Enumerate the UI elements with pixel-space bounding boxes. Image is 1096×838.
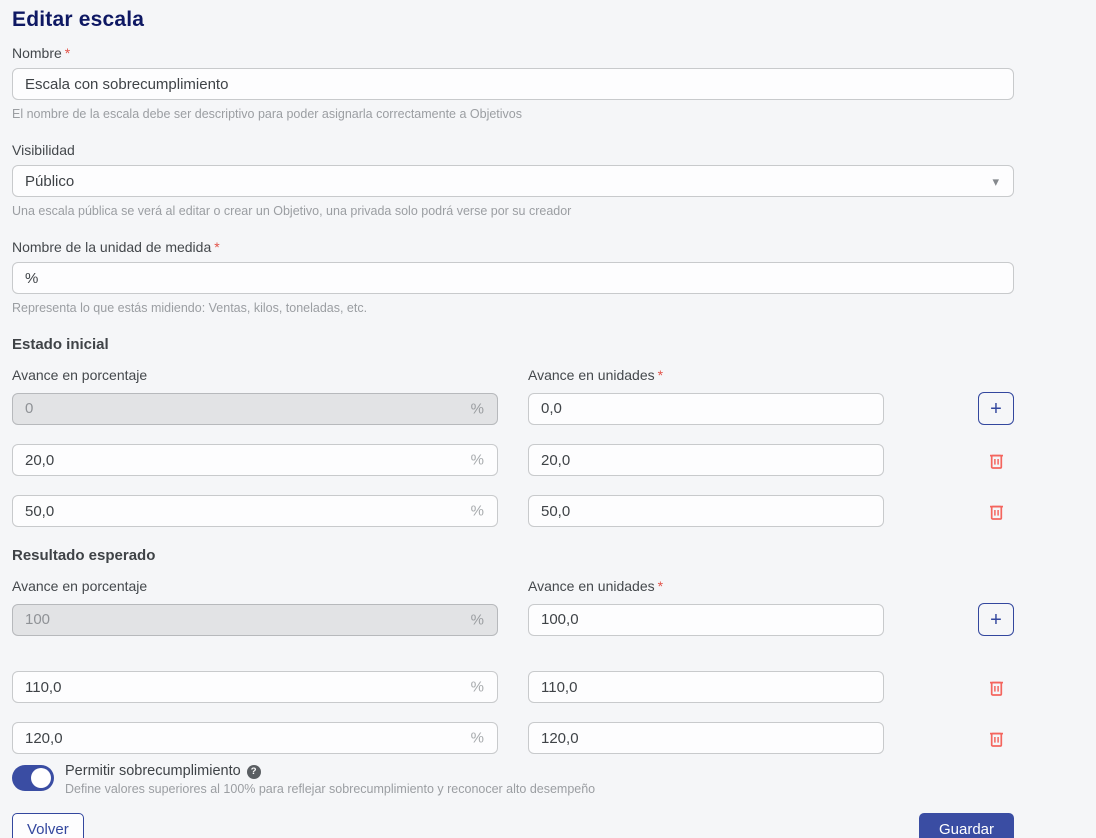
page-title: Editar escala — [12, 6, 1014, 34]
add-row-button[interactable]: + — [978, 603, 1014, 636]
expected-result-column-labels: Avance en porcentaje Avance en unidades* — [12, 577, 1014, 595]
percentage-input[interactable] — [12, 722, 498, 754]
overachievement-label: Permitir sobrecumplimiento ? — [65, 763, 595, 780]
units-column-label: Avance en unidades* — [528, 366, 884, 384]
scale-row: % + — [12, 603, 1014, 636]
delete-row-button[interactable] — [989, 730, 1004, 747]
units-input-wrap — [528, 393, 884, 425]
overachievement-row: Permitir sobrecumplimiento ? Define valo… — [12, 763, 1014, 797]
percentage-input-wrap: % — [12, 604, 498, 636]
units-input-wrap — [528, 444, 884, 476]
percentage-input-wrap: % — [12, 722, 498, 754]
chevron-down-icon: ▾ — [992, 175, 999, 188]
plus-icon: + — [990, 399, 1002, 419]
units-column-label: Avance en unidades* — [528, 577, 884, 595]
save-button[interactable]: Guardar — [919, 813, 1014, 838]
name-helper-text: El nombre de la escala debe ser descript… — [12, 107, 1014, 121]
trash-icon — [989, 452, 1004, 469]
units-input-wrap — [528, 722, 884, 754]
percentage-input[interactable] — [12, 444, 498, 476]
units-input[interactable] — [528, 495, 884, 527]
units-input[interactable] — [528, 722, 884, 754]
trash-icon — [989, 679, 1004, 696]
overachievement-texts: Permitir sobrecumplimiento ? Define valo… — [65, 763, 595, 797]
units-input-wrap — [528, 495, 884, 527]
scale-row: % — [12, 671, 1014, 703]
percentage-input[interactable] — [12, 671, 498, 703]
percentage-input-wrap: % — [12, 393, 498, 425]
scale-row: % — [12, 444, 1014, 476]
percentage-input — [12, 393, 498, 425]
back-button[interactable]: Volver — [12, 813, 84, 838]
required-asterisk: * — [658, 367, 663, 383]
visibility-select[interactable]: Público ▾ — [12, 165, 1014, 197]
expected-result-title: Resultado esperado — [12, 548, 1014, 564]
name-field-group: Nombre* El nombre de la escala debe ser … — [12, 44, 1014, 121]
visibility-label: Visibilidad — [12, 141, 1014, 159]
units-input[interactable] — [528, 671, 884, 703]
required-asterisk: * — [658, 578, 663, 594]
expected-result-section: Resultado esperado Avance en porcentaje … — [12, 548, 1014, 754]
overachievement-helper-text: Define valores superiores al 100% para r… — [65, 781, 595, 797]
toggle-knob — [31, 768, 51, 788]
add-row-button[interactable]: + — [978, 392, 1014, 425]
edit-scale-form: Editar escala Nombre* El nombre de la es… — [0, 0, 1026, 838]
name-label: Nombre* — [12, 44, 1014, 62]
delete-row-button[interactable] — [989, 452, 1004, 469]
percentage-input — [12, 604, 498, 636]
form-footer: Volver Guardar — [12, 813, 1014, 838]
units-input-wrap — [528, 671, 884, 703]
overachievement-toggle[interactable] — [12, 765, 54, 791]
units-input[interactable] — [528, 444, 884, 476]
percentage-input-wrap: % — [12, 671, 498, 703]
initial-state-title: Estado inicial — [12, 337, 1014, 353]
units-input[interactable] — [528, 604, 884, 636]
initial-state-section: Estado inicial Avance en porcentaje Avan… — [12, 337, 1014, 527]
scale-row: % + — [12, 392, 1014, 425]
visibility-selected-value: Público — [25, 173, 74, 190]
units-input-wrap — [528, 604, 884, 636]
unit-helper-text: Representa lo que estás midiendo: Ventas… — [12, 301, 1014, 315]
percentage-column-label: Avance en porcentaje — [12, 577, 498, 595]
scale-row: % — [12, 495, 1014, 527]
required-asterisk: * — [65, 45, 70, 61]
initial-state-column-labels: Avance en porcentaje Avance en unidades* — [12, 366, 1014, 384]
scale-row: % — [12, 722, 1014, 754]
help-icon[interactable]: ? — [247, 765, 261, 779]
delete-row-button[interactable] — [989, 679, 1004, 696]
required-asterisk: * — [214, 239, 219, 255]
name-input[interactable] — [12, 68, 1014, 100]
percentage-input-wrap: % — [12, 444, 498, 476]
delete-row-button[interactable] — [989, 503, 1004, 520]
unit-label: Nombre de la unidad de medida* — [12, 238, 1014, 256]
unit-input[interactable] — [12, 262, 1014, 294]
trash-icon — [989, 730, 1004, 747]
percentage-input[interactable] — [12, 495, 498, 527]
visibility-helper-text: Una escala pública se verá al editar o c… — [12, 204, 1014, 218]
units-input[interactable] — [528, 393, 884, 425]
percentage-input-wrap: % — [12, 495, 498, 527]
trash-icon — [989, 503, 1004, 520]
visibility-field-group: Visibilidad Público ▾ Una escala pública… — [12, 141, 1014, 218]
percentage-column-label: Avance en porcentaje — [12, 366, 498, 384]
plus-icon: + — [990, 610, 1002, 630]
unit-field-group: Nombre de la unidad de medida* Represent… — [12, 238, 1014, 315]
